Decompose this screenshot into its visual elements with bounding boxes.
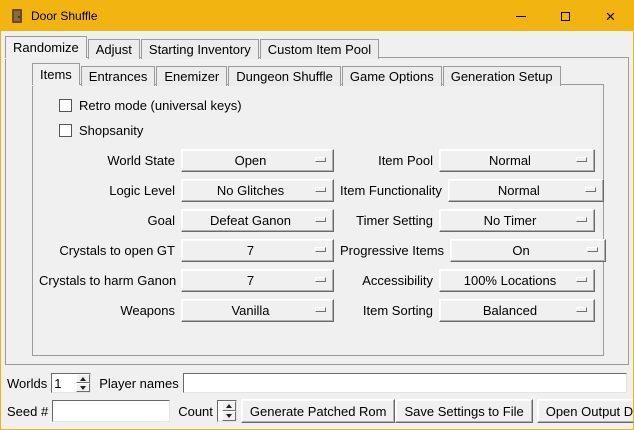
dropdown-indicator-icon <box>315 307 326 312</box>
crystals-gt-label: Crystals to open GT <box>39 243 175 258</box>
dropdown-indicator-icon <box>315 217 326 222</box>
crystals-ganon-dropdown[interactable]: 7 <box>181 269 334 292</box>
shopsanity-checkbox[interactable] <box>59 124 72 137</box>
timer-setting-label: Timer Setting <box>340 213 433 228</box>
shopsanity-row: Shopsanity <box>39 118 595 143</box>
goal-label: Goal <box>39 213 175 228</box>
dropdown-indicator-icon <box>315 187 326 192</box>
arrow-down-icon <box>80 386 86 390</box>
retro-mode-checkbox[interactable] <box>59 99 72 112</box>
minimize-button[interactable] <box>498 1 543 31</box>
world-state-label: World State <box>39 153 175 168</box>
option-row: Goal Defeat Ganon Timer Setting No Timer <box>39 205 595 235</box>
app-window: Door Shuffle × Randomize Adjust Starting… <box>0 0 634 430</box>
option-row: Weapons Vanilla Item Sorting Balanced <box>39 295 595 325</box>
count-label: Count <box>178 404 213 419</box>
count-spinner <box>217 400 237 422</box>
goal-dropdown[interactable]: Defeat Ganon <box>181 209 334 232</box>
main-tab-bar: Randomize Adjust Starting Inventory Cust… <box>1 31 633 57</box>
tab-generation-setup[interactable]: Generation Setup <box>443 66 561 86</box>
timer-setting-dropdown[interactable]: No Timer <box>439 209 595 232</box>
app-icon <box>9 8 25 24</box>
randomize-panel: Items Entrances Enemizer Dungeon Shuffle… <box>5 57 629 365</box>
worlds-spin-up-button[interactable] <box>76 374 90 383</box>
item-sorting-dropdown[interactable]: Balanced <box>439 299 595 322</box>
crystals-gt-dropdown[interactable]: 7 <box>181 239 334 262</box>
accessibility-dropdown[interactable]: 100% Locations <box>439 269 595 292</box>
seed-row: Seed # Count Generate Patched Rom Save S… <box>7 399 627 423</box>
maximize-icon <box>561 12 570 21</box>
option-row: World State Open Item Pool Normal <box>39 145 595 175</box>
seed-label: Seed # <box>7 404 48 419</box>
tab-items[interactable]: Items <box>32 63 80 85</box>
item-pool-label: Item Pool <box>340 153 433 168</box>
tab-starting-inventory[interactable]: Starting Inventory <box>141 39 259 59</box>
options-grid: World State Open Item Pool Normal Logic … <box>39 145 595 325</box>
open-output-directory-button[interactable]: Open Output Directory <box>537 399 634 423</box>
maximize-button[interactable] <box>543 1 588 31</box>
weapons-label: Weapons <box>39 303 175 318</box>
tab-randomize[interactable]: Randomize <box>5 36 87 58</box>
close-icon: × <box>606 8 616 25</box>
bottom-bar: Worlds Player names Seed # Count <box>1 365 633 429</box>
dropdown-indicator-icon <box>576 217 587 222</box>
item-functionality-dropdown[interactable]: Normal <box>448 179 604 202</box>
dropdown-indicator-icon <box>587 247 598 252</box>
crystals-ganon-label: Crystals to harm Ganon <box>39 273 175 288</box>
worlds-spin-down-button[interactable] <box>76 383 90 392</box>
dropdown-indicator-icon <box>576 307 587 312</box>
arrow-up-icon <box>226 404 232 408</box>
window-title: Door Shuffle <box>31 9 98 23</box>
item-pool-dropdown[interactable]: Normal <box>439 149 595 172</box>
logic-level-dropdown[interactable]: No Glitches <box>181 179 334 202</box>
close-button[interactable]: × <box>588 1 633 31</box>
option-row: Crystals to open GT 7 Progressive Items … <box>39 235 595 265</box>
item-sorting-label: Item Sorting <box>340 303 433 318</box>
dropdown-indicator-icon <box>315 247 326 252</box>
retro-mode-row: Retro mode (universal keys) <box>39 93 595 118</box>
dropdown-indicator-icon <box>585 187 596 192</box>
item-functionality-label: Item Functionality <box>340 183 442 198</box>
sub-tab-bar: Items Entrances Enemizer Dungeon Shuffle… <box>32 60 604 84</box>
tab-game-options[interactable]: Game Options <box>342 66 442 86</box>
titlebar: Door Shuffle × <box>1 1 633 31</box>
tab-entrances[interactable]: Entrances <box>81 66 156 86</box>
dropdown-indicator-icon <box>315 157 326 162</box>
count-spin-down-button[interactable] <box>222 411 236 421</box>
logic-level-label: Logic Level <box>39 183 175 198</box>
worlds-label: Worlds <box>7 376 47 391</box>
arrow-up-icon <box>80 377 86 381</box>
minimize-icon <box>516 16 526 17</box>
worlds-input[interactable] <box>52 374 76 392</box>
save-settings-button[interactable]: Save Settings to File <box>395 399 532 423</box>
tab-custom-item-pool[interactable]: Custom Item Pool <box>260 39 379 59</box>
player-names-label: Player names <box>99 376 178 391</box>
progressive-items-dropdown[interactable]: On <box>450 239 606 262</box>
generate-patched-rom-button[interactable]: Generate Patched Rom <box>241 399 396 423</box>
accessibility-label: Accessibility <box>340 273 433 288</box>
seed-input[interactable] <box>52 400 170 422</box>
worlds-row: Worlds Player names <box>7 373 627 393</box>
count-spin-up-button[interactable] <box>222 401 236 411</box>
dropdown-indicator-icon <box>576 277 587 282</box>
shopsanity-label: Shopsanity <box>79 123 143 138</box>
player-names-input[interactable] <box>183 373 627 393</box>
tab-enemizer[interactable]: Enemizer <box>156 66 227 86</box>
weapons-dropdown[interactable]: Vanilla <box>181 299 334 322</box>
option-row: Logic Level No Glitches Item Functionali… <box>39 175 595 205</box>
progressive-items-label: Progressive Items <box>340 243 444 258</box>
option-row: Crystals to harm Ganon 7 Accessibility 1… <box>39 265 595 295</box>
items-panel: Retro mode (universal keys) Shopsanity W… <box>32 84 604 356</box>
arrow-down-icon <box>226 414 232 418</box>
dropdown-indicator-icon <box>576 157 587 162</box>
tab-dungeon-shuffle[interactable]: Dungeon Shuffle <box>228 66 341 86</box>
dropdown-indicator-icon <box>315 277 326 282</box>
world-state-dropdown[interactable]: Open <box>181 149 334 172</box>
tab-adjust[interactable]: Adjust <box>88 39 140 59</box>
window-controls: × <box>498 1 633 31</box>
worlds-spinner <box>51 373 91 393</box>
retro-mode-label: Retro mode (universal keys) <box>79 98 242 113</box>
